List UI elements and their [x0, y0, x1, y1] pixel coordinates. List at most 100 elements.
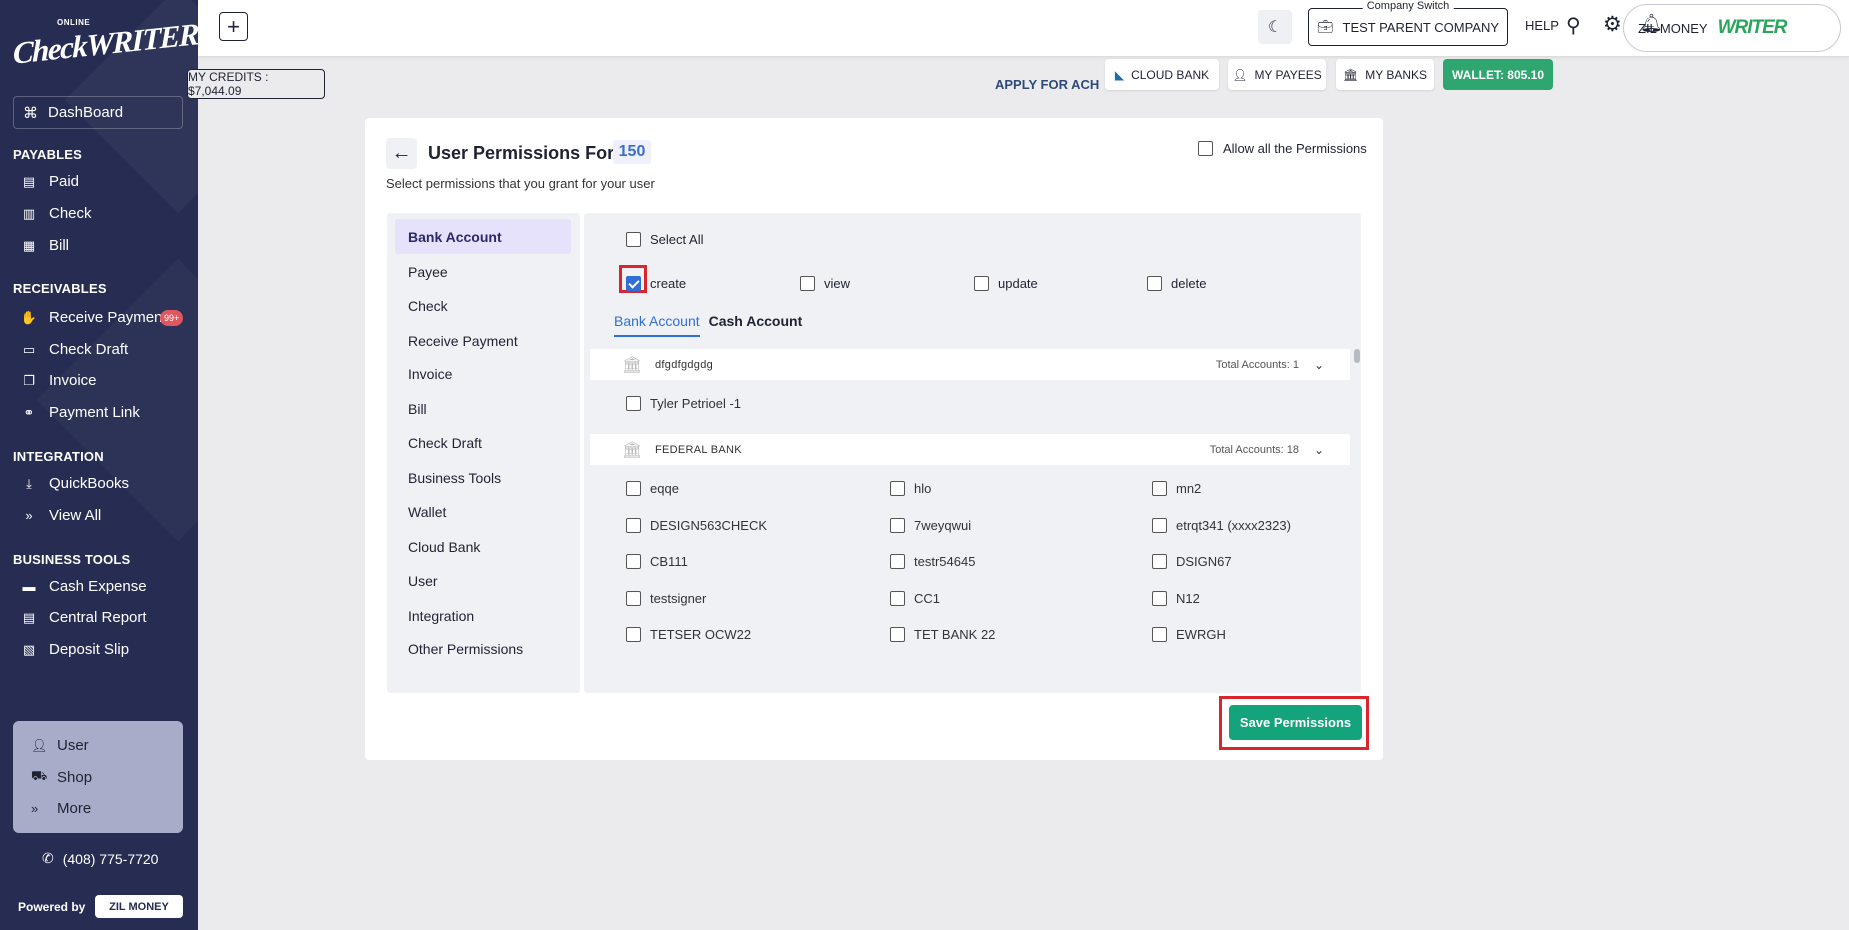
- chevron-down-icon[interactable]: ⌄: [1314, 443, 1324, 457]
- search-icon[interactable]: ⚲: [1566, 13, 1581, 38]
- perm-view[interactable]: view: [800, 276, 850, 291]
- account-checkbox[interactable]: [890, 627, 905, 642]
- briefcase-icon: 💼︎: [1316, 19, 1334, 34]
- user-menu[interactable]: ZIL MONEY WRITER: [1623, 4, 1841, 52]
- sidebar-item-payment-link[interactable]: ⚭ Payment Link: [22, 404, 192, 421]
- category-invoice[interactable]: Invoice: [395, 356, 571, 391]
- account-option[interactable]: TET BANK 22: [890, 627, 995, 642]
- create-checkbox[interactable]: [626, 276, 641, 291]
- select-all-option[interactable]: Select All: [626, 232, 703, 247]
- app-logo[interactable]: ONLINE CheckWRITER: [13, 16, 198, 72]
- tab-cash-account[interactable]: Cash Account: [709, 313, 803, 337]
- sidebar-item-check[interactable]: ▥ Check: [22, 205, 192, 222]
- support-phone[interactable]: ✆ (408) 775-7720: [42, 850, 158, 867]
- sidebar-item-check-draft[interactable]: ▭ Check Draft: [22, 341, 192, 358]
- bank-group-header[interactable]: 🏛︎ dfgdfgdgdg Total Accounts: 1 ⌄: [590, 349, 1350, 380]
- chevron-down-icon[interactable]: ⌄: [1314, 358, 1324, 372]
- sidebar-item-central-report[interactable]: ▤ Central Report: [22, 609, 192, 626]
- tab-bank-account[interactable]: Bank Account: [614, 313, 700, 337]
- account-option[interactable]: DESIGN563CHECK: [626, 518, 767, 533]
- credits-badge[interactable]: MY CREDITS : $7,044.09: [187, 69, 325, 99]
- category-check[interactable]: Check: [395, 288, 571, 323]
- account-checkbox[interactable]: [1152, 518, 1167, 533]
- back-button[interactable]: ←: [386, 138, 417, 169]
- category-cloud-bank[interactable]: Cloud Bank: [395, 529, 571, 564]
- perm-delete[interactable]: delete: [1147, 276, 1206, 291]
- section-title-receivables: RECEIVABLES: [13, 281, 107, 296]
- gear-icon[interactable]: ⚙: [1603, 12, 1622, 37]
- sidebar-item-bill[interactable]: ▦ Bill: [22, 237, 192, 254]
- sidebar-item-quickbooks[interactable]: ⤓ QuickBooks: [22, 475, 192, 492]
- account-option[interactable]: Tyler Petrioel -1: [626, 396, 741, 411]
- sidebar-item-cash-expense[interactable]: ▬ Cash Expense: [22, 578, 192, 595]
- allow-all-permissions[interactable]: Allow all the Permissions: [1198, 141, 1367, 156]
- select-all-checkbox[interactable]: [626, 232, 641, 247]
- cloud-bank-button[interactable]: ◣ CLOUD BANK: [1105, 59, 1219, 90]
- account-checkbox[interactable]: [890, 518, 905, 533]
- help-link[interactable]: HELP: [1525, 18, 1559, 33]
- allow-all-checkbox[interactable]: [1198, 141, 1213, 156]
- delete-checkbox[interactable]: [1147, 276, 1162, 291]
- account-checkbox[interactable]: [890, 481, 905, 496]
- category-user[interactable]: User: [395, 563, 571, 598]
- category-wallet[interactable]: Wallet: [395, 494, 571, 529]
- save-permissions-button[interactable]: Save Permissions: [1229, 705, 1362, 740]
- account-option[interactable]: mn2: [1152, 481, 1201, 496]
- category-check-draft[interactable]: Check Draft: [395, 425, 571, 460]
- sidebar-item-receive-payment[interactable]: ✋ Receive Payment 99+: [21, 309, 192, 326]
- account-option[interactable]: DSIGN67: [1152, 554, 1232, 569]
- category-receive-payment[interactable]: Receive Payment: [395, 323, 571, 358]
- sidebar-item-paid[interactable]: ▤ Paid: [22, 173, 192, 190]
- account-checkbox[interactable]: [626, 396, 641, 411]
- sidebar-item-deposit-slip[interactable]: ▧ Deposit Slip: [22, 641, 192, 658]
- category-other-permissions[interactable]: Other Permissions: [395, 631, 571, 666]
- perm-update[interactable]: update: [974, 276, 1038, 291]
- my-banks-button[interactable]: 🏛︎ MY BANKS: [1336, 59, 1434, 90]
- sidebar-item-more[interactable]: » More: [31, 800, 91, 817]
- bank-group-header[interactable]: 🏛︎ FEDERAL BANK Total Accounts: 18 ⌄: [590, 434, 1350, 465]
- sidebar-item-view-all[interactable]: » View All: [22, 507, 192, 524]
- account-checkbox[interactable]: [626, 591, 641, 606]
- perm-create[interactable]: create: [626, 276, 686, 291]
- account-checkbox[interactable]: [890, 554, 905, 569]
- category-business-tools[interactable]: Business Tools: [395, 460, 571, 495]
- account-option[interactable]: 7weyqwui: [890, 518, 971, 533]
- account-option[interactable]: testr54645: [890, 554, 975, 569]
- account-option[interactable]: hlo: [890, 481, 931, 496]
- account-checkbox[interactable]: [626, 627, 641, 642]
- update-checkbox[interactable]: [974, 276, 989, 291]
- account-option[interactable]: etrqt341 (xxxx2323): [1152, 518, 1291, 533]
- account-option[interactable]: eqqe: [626, 481, 679, 496]
- category-integration[interactable]: Integration: [395, 598, 571, 633]
- dark-mode-toggle[interactable]: ☾: [1258, 10, 1292, 44]
- account-checkbox[interactable]: [1152, 591, 1167, 606]
- account-checkbox[interactable]: [1152, 554, 1167, 569]
- account-checkbox[interactable]: [626, 518, 641, 533]
- account-option[interactable]: testsigner: [626, 591, 706, 606]
- account-checkbox[interactable]: [890, 591, 905, 606]
- scrollbar[interactable]: [1354, 349, 1360, 363]
- category-bill[interactable]: Bill: [395, 391, 571, 426]
- sidebar-item-dashboard[interactable]: ⌘ DashBoard: [13, 96, 183, 129]
- account-checkbox[interactable]: [1152, 627, 1167, 642]
- zil-money-logo[interactable]: ZIL MONEY: [95, 895, 183, 918]
- category-bank-account[interactable]: Bank Account: [395, 219, 571, 254]
- sidebar-item-shop[interactable]: ⛟ Shop: [31, 768, 92, 786]
- sidebar-item-user[interactable]: 👤︎ User: [31, 737, 89, 754]
- category-payee[interactable]: Payee: [395, 254, 571, 289]
- account-checkbox[interactable]: [626, 481, 641, 496]
- wallet-button[interactable]: WALLET: 805.10: [1443, 59, 1553, 90]
- account-option[interactable]: CB111: [626, 554, 688, 569]
- apply-for-ach-link[interactable]: APPLY FOR ACH: [995, 77, 1099, 92]
- my-payees-button[interactable]: 👤︎ MY PAYEES: [1228, 59, 1326, 90]
- company-switch-button[interactable]: Company Switch 💼︎ TEST PARENT COMPANY: [1308, 0, 1508, 46]
- account-option[interactable]: CC1: [890, 591, 940, 606]
- account-option[interactable]: EWRGH: [1152, 627, 1226, 642]
- sidebar-item-invoice[interactable]: ❐ Invoice: [22, 372, 192, 389]
- account-option[interactable]: N12: [1152, 591, 1200, 606]
- account-checkbox[interactable]: [1152, 481, 1167, 496]
- account-option[interactable]: TETSER OCW22: [626, 627, 751, 642]
- view-checkbox[interactable]: [800, 276, 815, 291]
- account-checkbox[interactable]: [626, 554, 641, 569]
- add-button[interactable]: +: [219, 12, 248, 41]
